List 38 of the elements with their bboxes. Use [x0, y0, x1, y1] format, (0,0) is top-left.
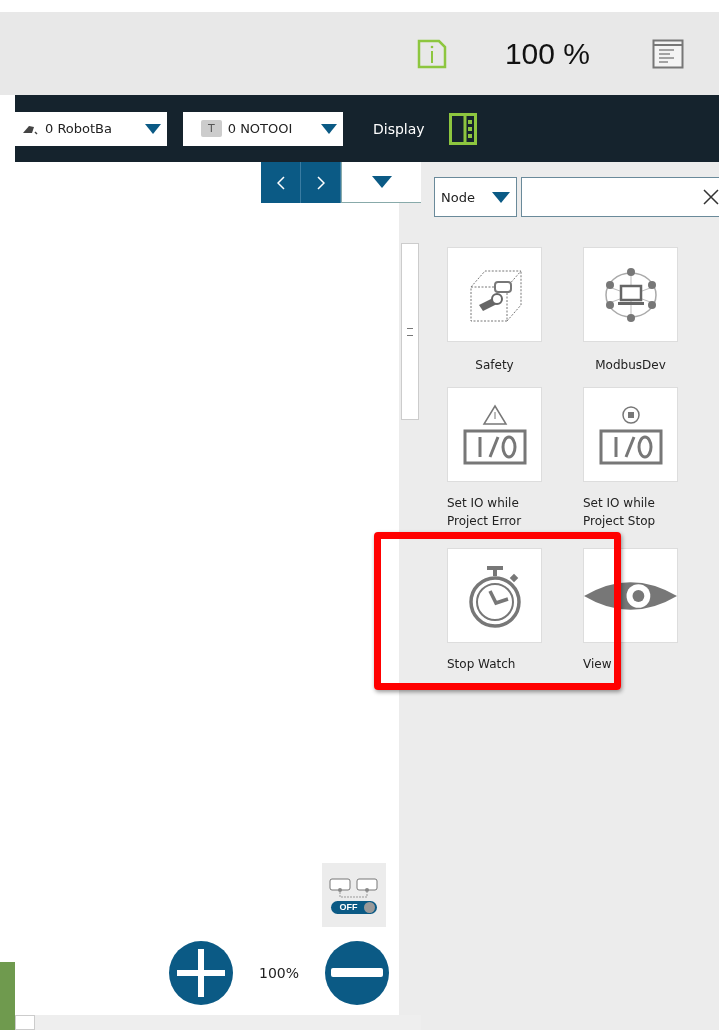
node-label: Set IO while Project Stop	[583, 495, 657, 530]
node-tile[interactable]	[447, 548, 542, 643]
node-tile[interactable]	[583, 247, 678, 342]
dropdown-button[interactable]	[341, 162, 423, 203]
caret-icon	[145, 123, 161, 134]
node-tile[interactable]	[583, 548, 678, 643]
caret-icon	[372, 176, 392, 188]
node-label: Set IO while Project Error	[447, 495, 523, 530]
link-toggle[interactable]: OFF	[322, 863, 386, 927]
node-tile[interactable]	[583, 387, 678, 482]
zoom-percentage: 100 %	[504, 36, 590, 71]
display-button[interactable]: Display	[369, 116, 429, 141]
horizontal-scrollbar[interactable]	[15, 1015, 421, 1030]
linked-nodes-icon	[328, 876, 380, 899]
toolbar-dropdown[interactable]: T 0 NOTOOI	[183, 111, 343, 146]
tool-badge: T	[201, 120, 222, 137]
node-label: ModbusDev	[595, 357, 666, 374]
zoom-in-button[interactable]	[168, 941, 233, 1005]
node-tile[interactable]	[447, 247, 542, 342]
next-button[interactable]	[301, 162, 341, 203]
zoom-out-button[interactable]	[325, 941, 389, 1005]
search-field[interactable]	[521, 177, 719, 217]
window-icon[interactable]	[652, 38, 684, 69]
caret-icon	[321, 123, 337, 134]
caret-icon	[492, 191, 510, 203]
node-label: Stop Watch	[447, 656, 517, 673]
toggle-switch[interactable]: OFF	[331, 900, 377, 914]
zoom-level: 100%	[258, 965, 299, 981]
chevron-right-icon	[316, 175, 325, 190]
close-icon[interactable]	[703, 189, 719, 205]
node-filter-dropdown[interactable]: Node	[434, 177, 517, 217]
previous-button[interactable]	[261, 162, 301, 203]
node-tile[interactable]	[447, 387, 542, 482]
panel-layout-icon[interactable]	[448, 112, 477, 145]
toolbar-dropdown[interactable]: 0 RobotBa	[15, 111, 167, 146]
node-label: Safety	[475, 357, 514, 374]
node-label: View	[583, 656, 613, 673]
chevron-left-icon	[276, 175, 285, 190]
